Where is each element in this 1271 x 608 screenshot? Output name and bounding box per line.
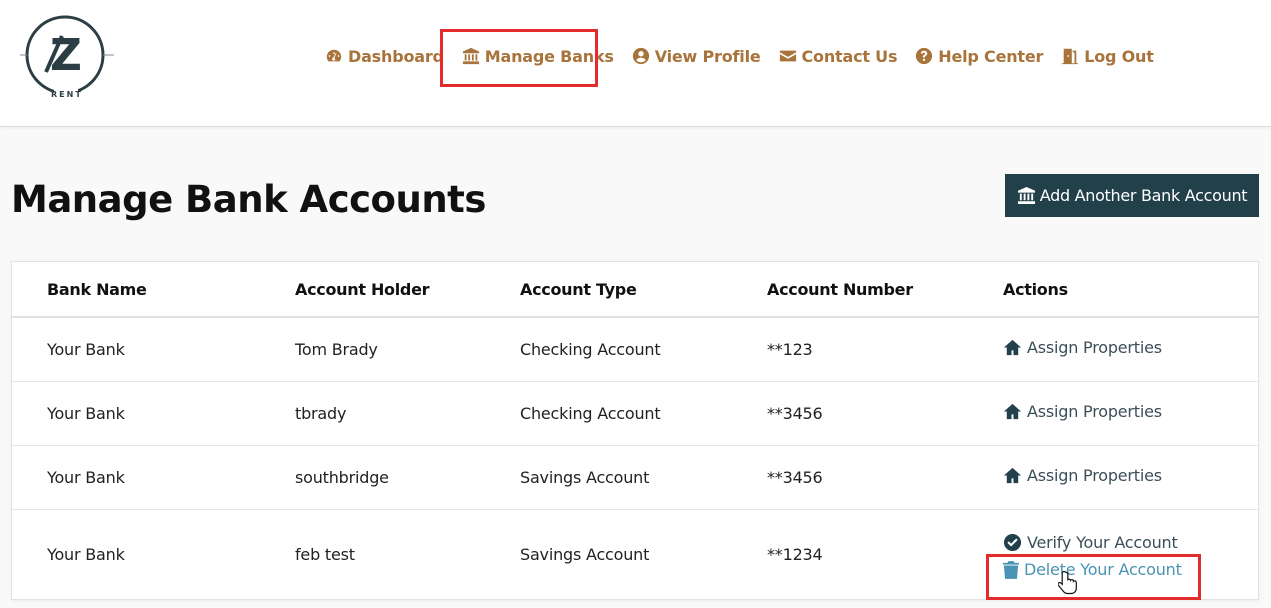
cell-actions: Verify Your Account Delete Your Account (1003, 509, 1258, 599)
page-title: Manage Bank Accounts (11, 178, 486, 221)
question-circle-icon (916, 47, 933, 65)
nav-contact-us-label: Contact Us (801, 46, 898, 66)
assign-properties-label: Assign Properties (1027, 465, 1162, 485)
hand-pointer-cursor-icon (1058, 570, 1077, 595)
check-circle-icon (1003, 534, 1022, 552)
assign-properties-label: Assign Properties (1027, 401, 1162, 421)
cell-account-number: **123 (767, 317, 1003, 382)
main-nav: Dashboard Manage Banks View Profile Cont… (325, 44, 1172, 68)
cell-account-number: **3456 (767, 445, 1003, 510)
trash-icon (1003, 560, 1019, 579)
assign-properties-link[interactable]: Assign Properties (1003, 338, 1162, 357)
delete-account-link[interactable]: Delete Your Account (1003, 560, 1258, 579)
cell-account-holder: Tom Brady (295, 317, 520, 382)
nav-dashboard[interactable]: Dashboard (325, 47, 444, 66)
nav-log-out[interactable]: Log Out (1061, 46, 1154, 66)
nav-manage-banks-label: Manage Banks (484, 46, 614, 66)
zrent-logo[interactable]: Z RENT (18, 10, 118, 102)
cell-actions: Assign Properties (1003, 381, 1258, 446)
cell-actions: Assign Properties (1003, 445, 1258, 510)
bank-icon (1017, 186, 1035, 205)
cell-account-number: **3456 (767, 381, 1003, 446)
home-icon (1003, 403, 1022, 419)
gauge-icon (326, 49, 342, 62)
home-icon (1003, 467, 1022, 483)
cell-account-type: Checking Account (520, 381, 767, 446)
home-icon (1003, 339, 1022, 355)
header-actions: Actions (1003, 262, 1258, 318)
table-row: Your Bank tbrady Checking Account **3456… (12, 381, 1258, 446)
cell-account-type: Savings Account (520, 544, 650, 564)
cell-bank-name: Your Bank (12, 317, 295, 382)
add-bank-account-button[interactable]: Add Another Bank Account (1005, 174, 1259, 217)
user-circle-icon (632, 47, 649, 65)
cell-account-holder: feb test (295, 544, 355, 564)
cell-bank-name: Your Bank (12, 445, 295, 510)
nav-view-profile[interactable]: View Profile (632, 47, 761, 66)
cell-account-number: **1234 (767, 544, 823, 564)
cell-account-holder: tbrady (295, 381, 520, 446)
cell-account-holder: southbridge (295, 445, 520, 510)
nav-dashboard-label: Dashboard (348, 46, 444, 66)
nav-help-center-label: Help Center (938, 46, 1044, 66)
nav-manage-banks[interactable]: Manage Banks (462, 47, 614, 66)
assign-properties-label: Assign Properties (1027, 337, 1162, 357)
add-bank-account-label: Add Another Bank Account (1039, 186, 1248, 205)
table-row: Your Bank southbridge Savings Account **… (12, 445, 1258, 510)
door-exit-icon (1062, 48, 1079, 65)
cell-bank-name: Your Bank (47, 544, 125, 564)
nav-help-center[interactable]: Help Center (915, 47, 1043, 66)
nav-contact-us[interactable]: Contact Us (779, 46, 898, 66)
cell-account-type: Savings Account (520, 445, 767, 510)
header-account-number: Account Number (767, 262, 1003, 318)
verify-account-label: Verify Your Account (1027, 533, 1178, 553)
table-row: Your Bank Tom Brady Checking Account **1… (12, 317, 1258, 382)
bank-accounts-table: Bank Name Account Holder Account Type Ac… (11, 261, 1259, 600)
verify-account-link[interactable]: Verify Your Account (1003, 533, 1258, 552)
delete-account-label: Delete Your Account (1024, 560, 1182, 580)
logo-word: RENT (51, 90, 83, 99)
cell-actions: Assign Properties (1003, 317, 1258, 382)
top-header: Z RENT Dashboard Manage Banks View Profi… (0, 0, 1271, 127)
header-account-type: Account Type (520, 262, 767, 318)
envelope-icon (779, 50, 796, 62)
assign-properties-link[interactable]: Assign Properties (1003, 466, 1162, 485)
header-bank-name: Bank Name (12, 262, 295, 318)
cell-account-type: Checking Account (520, 317, 767, 382)
bank-icon (462, 47, 479, 65)
action-stack: Verify Your Account Delete Your Account (1003, 529, 1258, 579)
cell-bank-name: Your Bank (12, 381, 295, 446)
header-account-holder: Account Holder (295, 262, 520, 318)
nav-log-out-label: Log Out (1084, 46, 1154, 66)
nav-view-profile-label: View Profile (654, 46, 761, 66)
table-header-row: Bank Name Account Holder Account Type Ac… (12, 262, 1258, 318)
assign-properties-link[interactable]: Assign Properties (1003, 402, 1162, 421)
